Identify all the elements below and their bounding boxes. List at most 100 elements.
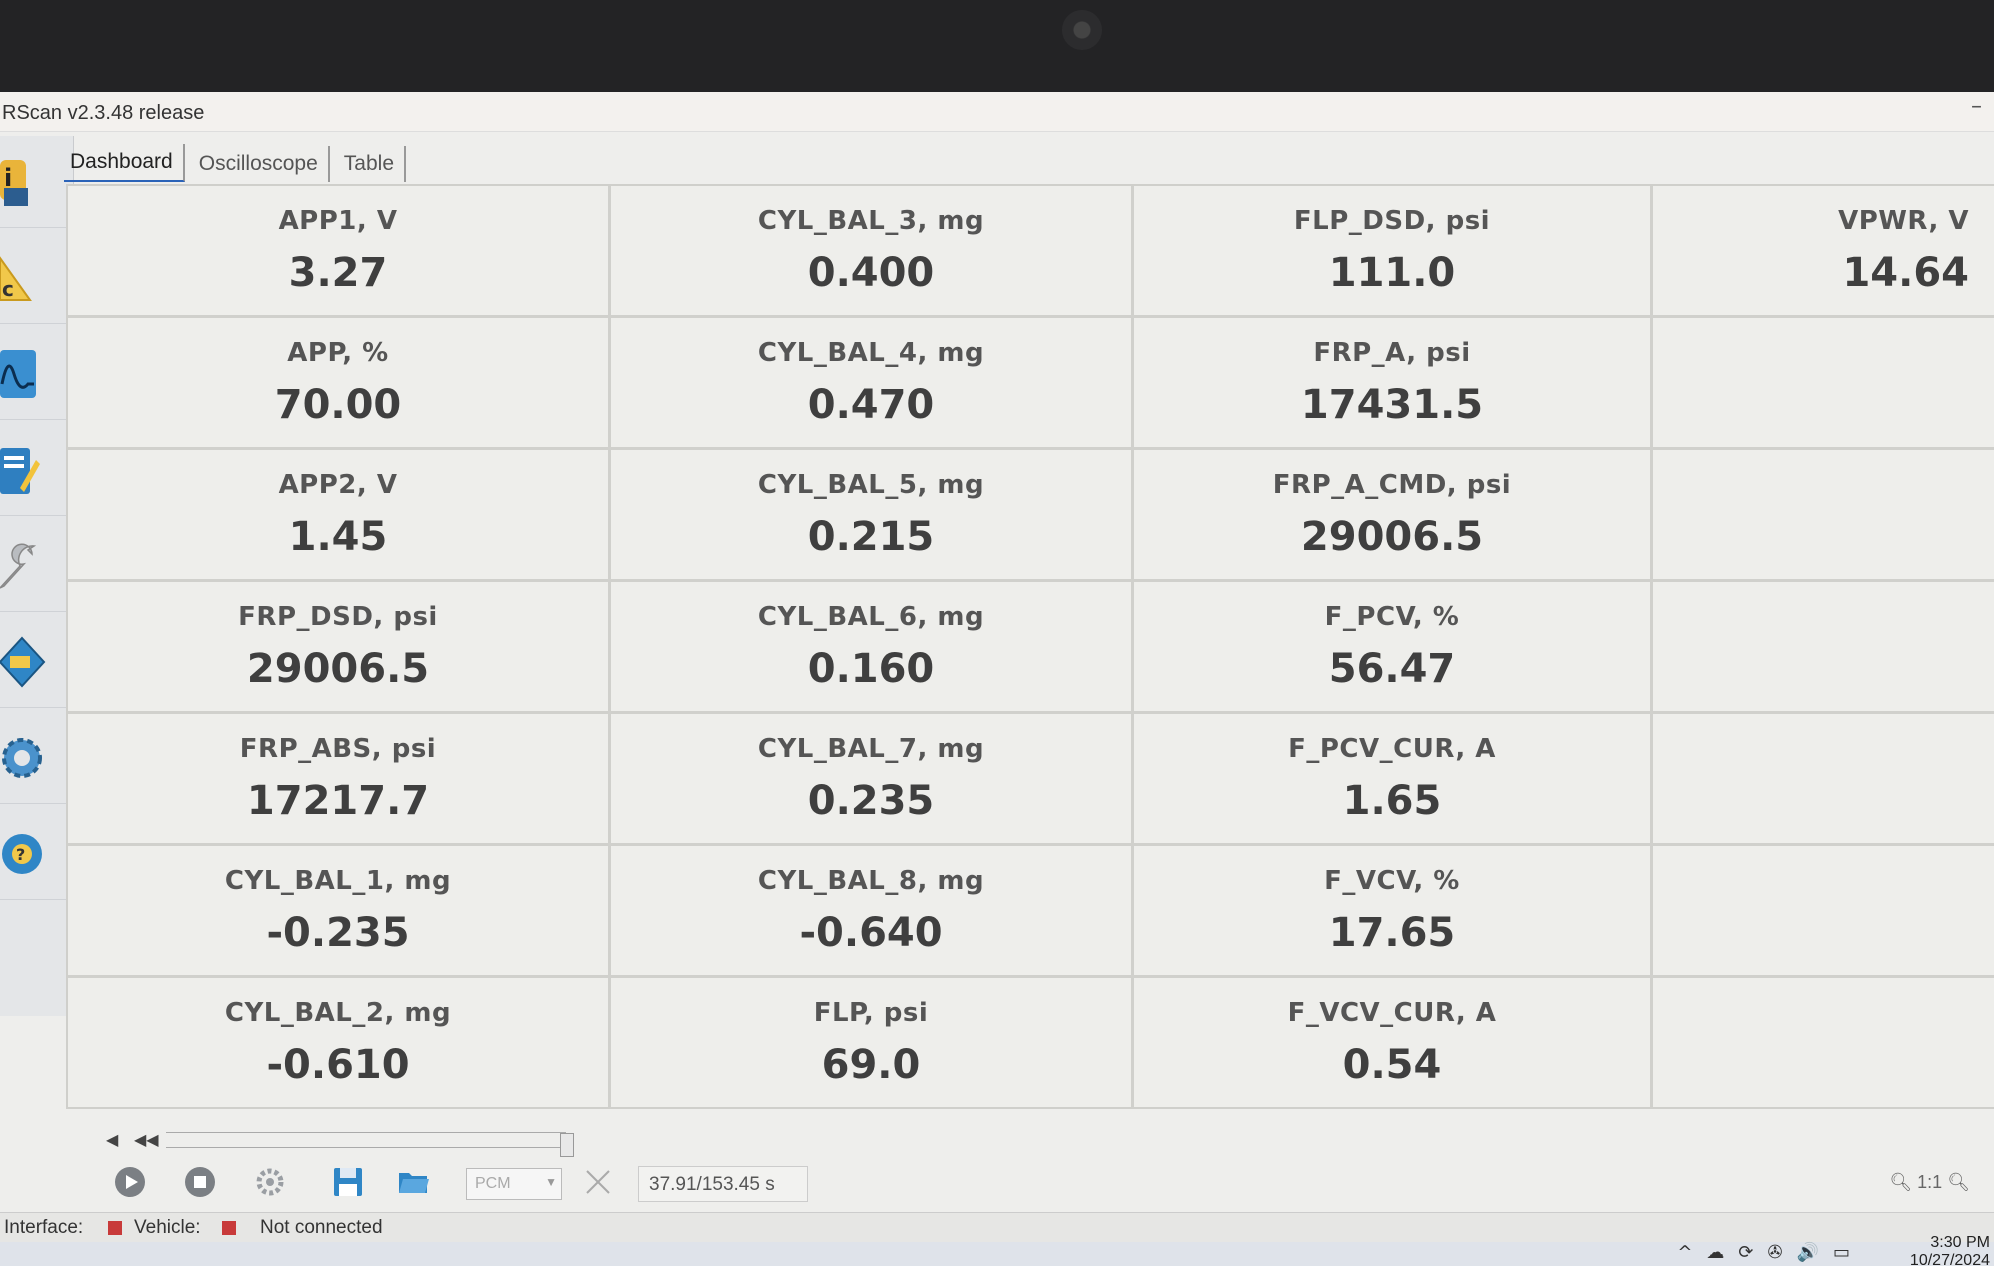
gauge-value: 70.00	[274, 381, 402, 428]
settings-button[interactable]	[250, 1162, 290, 1202]
sidebar: i c ?	[0, 136, 74, 1016]
gauge-value: 17431.5	[1300, 381, 1484, 428]
empty-gauge-tile[interactable]	[1653, 846, 1994, 975]
gear-icon	[256, 1168, 284, 1196]
tab-bar: Dashboard Oscilloscope Table	[64, 142, 414, 182]
gauge-tile[interactable]: CYL_BAL_2, mg -0.610	[68, 978, 608, 1107]
empty-gauge-tile[interactable]	[1653, 450, 1994, 579]
open-button[interactable]	[394, 1162, 434, 1202]
gauge-tile[interactable]: FLP_DSD, psi 111.0	[1134, 186, 1650, 315]
stop-button[interactable]	[180, 1162, 220, 1202]
save-icon	[334, 1168, 362, 1196]
gauge-label: CYL_BAL_2, mg	[224, 997, 452, 1028]
gauge-tile[interactable]: APP2, V 1.45	[68, 450, 608, 579]
gauge-label: F_VCV, %	[1324, 865, 1460, 896]
gauge-tile[interactable]: CYL_BAL_5, mg 0.215	[611, 450, 1131, 579]
os-taskbar: ^☁⟳✇🔊▭ 3:30 PM 10/27/2024	[0, 1234, 1994, 1266]
gauge-tile[interactable]: CYL_BAL_6, mg 0.160	[611, 582, 1131, 711]
dashboard-grid: APP1, V 3.27 CYL_BAL_3, mg 0.400 FLP_DSD, …	[66, 184, 1994, 1109]
scroll-track[interactable]	[166, 1132, 574, 1157]
gauge-value: -0.235	[266, 909, 410, 956]
gauge-tile[interactable]: VPWR, V 14.64	[1653, 186, 1994, 315]
scroll-start-icon[interactable]: ◀◀	[134, 1130, 159, 1149]
scroll-thumb[interactable]	[560, 1133, 574, 1157]
interface-status-indicator	[108, 1221, 122, 1235]
gauge-label: CYL_BAL_1, mg	[224, 865, 452, 896]
tab-table[interactable]: Table	[338, 146, 406, 182]
gauge-tile[interactable]: CYL_BAL_8, mg -0.640	[611, 846, 1131, 975]
empty-gauge-tile[interactable]	[1653, 978, 1994, 1107]
gauge-tile[interactable]: FRP_ABS, psi 17217.7	[68, 714, 608, 843]
timeline-scrollbar[interactable]: ◀ ◀◀	[100, 1126, 1994, 1157]
clock-date: 10/27/2024	[1909, 1252, 1990, 1266]
gauge-value: 1.65	[1342, 777, 1442, 824]
gauge-tile[interactable]: F_PCV_CUR, A 1.65	[1134, 714, 1650, 843]
playback-toolbar: PCM ▼ 37.91/153.45 s 🔍︎ 1:1 🔍︎	[110, 1162, 1994, 1208]
gauge-tile[interactable]: F_VCV_CUR, A 0.54	[1134, 978, 1650, 1107]
gauge-tile[interactable]: FRP_DSD, psi 29006.5	[68, 582, 608, 711]
zoom-controls: 🔍︎ 1:1 🔍︎	[1889, 1172, 1970, 1193]
gauge-value: -0.640	[799, 909, 943, 956]
svg-text:?: ?	[16, 845, 25, 864]
cross-icon	[586, 1170, 610, 1194]
gauge-label: FRP_A_CMD, psi	[1272, 469, 1512, 500]
gauge-label: CYL_BAL_8, mg	[757, 865, 985, 896]
waveform-icon	[0, 349, 36, 398]
gauge-value: 111.0	[1328, 249, 1456, 296]
sidebar-item-settings[interactable]	[0, 712, 72, 804]
gauge-label: APP, %	[287, 337, 389, 368]
gauge-label: FLP_DSD, psi	[1293, 205, 1491, 236]
gauge-label: FRP_A, psi	[1313, 337, 1471, 368]
gauge-label: FRP_ABS, psi	[239, 733, 437, 764]
sidebar-item-info[interactable]: i	[0, 136, 72, 228]
webcam	[1062, 10, 1102, 50]
gauge-label: CYL_BAL_5, mg	[757, 469, 985, 500]
empty-gauge-tile[interactable]	[1653, 582, 1994, 711]
sidebar-item-help[interactable]: ?	[0, 808, 72, 900]
gauge-value: 14.64	[1842, 249, 1969, 296]
gauge-tile[interactable]: FLP, psi 69.0	[611, 978, 1131, 1107]
gauge-tile[interactable]: APP1, V 3.27	[68, 186, 608, 315]
tab-dashboard[interactable]: Dashboard	[64, 144, 185, 182]
gauge-tile[interactable]: CYL_BAL_7, mg 0.235	[611, 714, 1131, 843]
gauge-tile[interactable]: CYL_BAL_4, mg 0.470	[611, 318, 1131, 447]
sidebar-item-scope[interactable]	[0, 328, 72, 420]
sidebar-item-notes[interactable]	[0, 424, 72, 516]
zoom-in-icon[interactable]: 🔍︎	[1947, 1172, 1970, 1192]
dtc-warning-icon: c	[0, 255, 32, 301]
system-tray[interactable]: ^☁⟳✇🔊▭	[1677, 1242, 1864, 1263]
gauge-value: 0.235	[807, 777, 935, 824]
play-button[interactable]	[110, 1162, 150, 1202]
gauge-tile[interactable]: FRP_A_CMD, psi 29006.5	[1134, 450, 1650, 579]
module-icon	[0, 636, 46, 687]
empty-gauge-tile[interactable]	[1653, 318, 1994, 447]
gauge-label: F_VCV_CUR, A	[1287, 997, 1497, 1028]
svg-text:i: i	[4, 164, 12, 192]
gauge-value: 1.45	[288, 513, 388, 560]
gauge-label: F_PCV, %	[1324, 601, 1460, 632]
zoom-out-icon[interactable]: 🔍︎	[1889, 1172, 1912, 1192]
gauge-tile[interactable]: APP, % 70.00	[68, 318, 608, 447]
gauge-tile[interactable]: FRP_A, psi 17431.5	[1134, 318, 1650, 447]
gauge-tile[interactable]: F_PCV, % 56.47	[1134, 582, 1650, 711]
gauge-tile[interactable]: CYL_BAL_1, mg -0.235	[68, 846, 608, 975]
scroll-left-icon[interactable]: ◀	[106, 1130, 118, 1149]
clock-time: 3:30 PM	[1930, 1234, 1990, 1251]
gauge-value: 0.470	[807, 381, 935, 428]
gauge-tile[interactable]: CYL_BAL_3, mg 0.400	[611, 186, 1131, 315]
sidebar-item-modules[interactable]	[0, 616, 72, 708]
tab-oscilloscope[interactable]: Oscilloscope	[193, 146, 330, 182]
minimize-button[interactable]: –	[1971, 94, 1982, 119]
save-button[interactable]	[328, 1162, 368, 1202]
zoom-reset-button[interactable]: 1:1	[1917, 1172, 1942, 1192]
gauge-value: 69.0	[821, 1041, 921, 1088]
gauge-tile[interactable]: F_VCV, % 17.65	[1134, 846, 1650, 975]
module-select[interactable]: PCM ▼	[466, 1168, 562, 1200]
empty-gauge-tile[interactable]	[1653, 714, 1994, 843]
gauge-label: CYL_BAL_6, mg	[757, 601, 985, 632]
sidebar-item-dtc[interactable]: c	[0, 232, 72, 324]
gauge-label: CYL_BAL_4, mg	[757, 337, 985, 368]
clear-button[interactable]	[578, 1162, 618, 1202]
taskbar-clock[interactable]: 3:30 PM 10/27/2024	[1910, 1234, 1990, 1266]
sidebar-item-tools[interactable]	[0, 520, 72, 612]
